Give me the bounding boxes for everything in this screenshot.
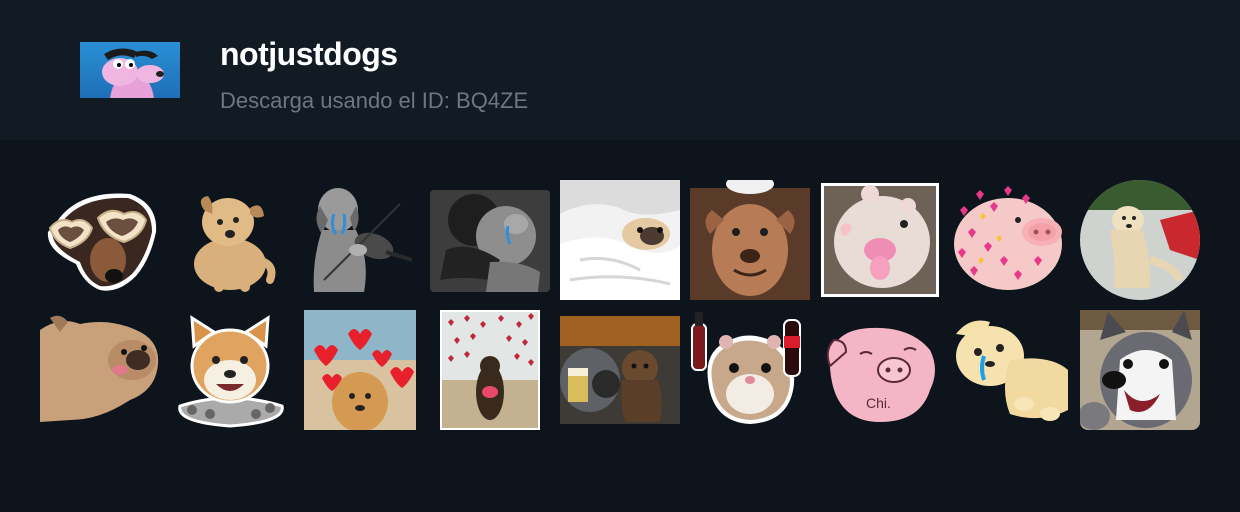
- sticker-pig-with-hearts[interactable]: [950, 180, 1070, 300]
- pack-avatar: [80, 42, 180, 98]
- sticker-dog-sitting[interactable]: [170, 180, 290, 300]
- sticker-dog-heart-glasses[interactable]: [40, 180, 160, 300]
- sticker-shiba-smiling[interactable]: [170, 310, 290, 430]
- sticker-dog-beach-hearts[interactable]: [440, 310, 560, 430]
- sticker-pink-pig-chi[interactable]: Chi.: [820, 310, 940, 430]
- sticker-dog-circle[interactable]: [1080, 180, 1200, 300]
- sticker-husky-laughing[interactable]: [1080, 310, 1200, 430]
- pack-title: notjustdogs: [220, 36, 398, 72]
- svg-text:Chi.: Chi.: [866, 395, 891, 411]
- sticker-grid: Chi.: [40, 180, 1200, 430]
- sticker-hamster-shocked[interactable]: [820, 180, 940, 300]
- sticker-hamster-drinks[interactable]: [690, 310, 810, 430]
- sticker-dogs-hugging[interactable]: [430, 180, 550, 300]
- sticker-pug-lying[interactable]: [40, 310, 160, 430]
- sticker-puppy-crying[interactable]: [950, 310, 1070, 430]
- pack-header: notjustdogs Descarga usando el ID: BQ4ZE: [0, 0, 1240, 140]
- sticker-golden-hearts[interactable]: [304, 310, 424, 430]
- sticker-dog-violin[interactable]: [300, 180, 420, 300]
- download-id-text: Descarga usando el ID: BQ4ZE: [220, 88, 529, 113]
- sticker-pitbull-smiling[interactable]: [690, 180, 810, 300]
- sticker-pug-in-bed[interactable]: [560, 180, 680, 300]
- sticker-dog-car-beer[interactable]: [560, 310, 680, 430]
